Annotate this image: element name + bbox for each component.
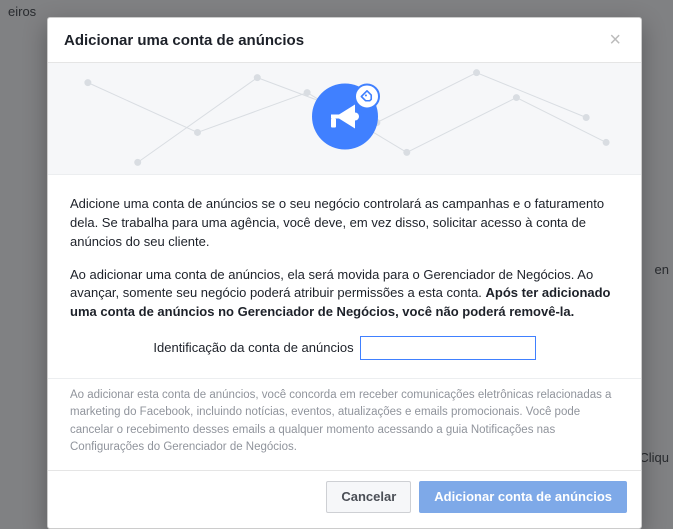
intro-paragraph-1: Adicione uma conta de anúncios se o seu …: [70, 195, 619, 252]
modal-body: Adicione uma conta de anúncios se o seu …: [48, 175, 641, 378]
modal-header: Adicionar uma conta de anúncios ×: [48, 18, 641, 63]
close-icon[interactable]: ×: [605, 30, 625, 50]
megaphone-icon: [309, 80, 381, 157]
add-account-button[interactable]: Adicionar conta de anúncios: [419, 481, 627, 513]
account-id-input[interactable]: [360, 336, 536, 360]
intro-paragraph-2: Ao adicionar uma conta de anúncios, ela …: [70, 266, 619, 323]
modal-title: Adicionar uma conta de anúncios: [64, 32, 304, 49]
add-ad-account-modal: Adicionar uma conta de anúncios ×: [47, 17, 642, 529]
cancel-button[interactable]: Cancelar: [326, 481, 411, 513]
tag-icon: [355, 84, 379, 108]
hero-banner: [48, 63, 641, 175]
account-id-row: Identificação da conta de anúncios: [70, 336, 619, 360]
disclaimer-text: Ao adicionar esta conta de anúncios, voc…: [48, 378, 641, 470]
modal-footer: Cancelar Adicionar conta de anúncios: [48, 470, 641, 523]
account-id-label: Identificação da conta de anúncios: [153, 339, 353, 358]
